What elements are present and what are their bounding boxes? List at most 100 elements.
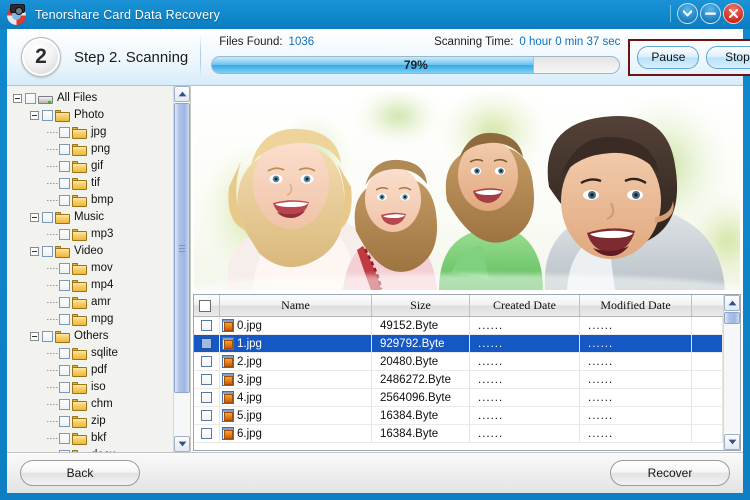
table-row[interactable]: 0.jpg49152.Byte............ bbox=[194, 317, 723, 335]
tree-item-music[interactable]: Music bbox=[7, 209, 173, 226]
column-header-modified-date[interactable]: Modified Date bbox=[580, 295, 692, 316]
row-checkbox[interactable] bbox=[201, 374, 212, 385]
tree-item-mp3[interactable]: mp3 bbox=[7, 226, 173, 243]
tree-item-checkbox[interactable] bbox=[25, 93, 36, 104]
table-scrollbar[interactable] bbox=[723, 295, 740, 450]
tree-item-jpg[interactable]: jpg bbox=[7, 124, 173, 141]
tree-item-others[interactable]: Others bbox=[7, 328, 173, 345]
cell-name: 0.jpg bbox=[220, 317, 372, 334]
tree-item-chm[interactable]: chm bbox=[7, 396, 173, 413]
tree-item-checkbox[interactable] bbox=[59, 365, 70, 376]
tree-item-checkbox[interactable] bbox=[59, 382, 70, 393]
row-checkbox[interactable] bbox=[201, 338, 212, 349]
row-checkbox-cell[interactable] bbox=[194, 353, 220, 370]
tree-scroll-up-button[interactable] bbox=[174, 86, 190, 102]
table-scroll-thumb[interactable] bbox=[724, 312, 740, 324]
tree-item-tif[interactable]: tif bbox=[7, 175, 173, 192]
row-checkbox[interactable] bbox=[201, 410, 212, 421]
table-row[interactable]: 6.jpg16384.Byte............ bbox=[194, 425, 723, 443]
tree-collapse-icon[interactable] bbox=[13, 94, 22, 103]
row-checkbox-cell[interactable] bbox=[194, 335, 220, 352]
tree-item-amr[interactable]: amr bbox=[7, 294, 173, 311]
tree-item-bkf[interactable]: bkf bbox=[7, 430, 173, 447]
tree-item-checkbox[interactable] bbox=[59, 314, 70, 325]
cell-spacer bbox=[692, 425, 723, 442]
cell-created-date: ...... bbox=[470, 425, 580, 442]
table-scroll-down-button[interactable] bbox=[724, 434, 740, 450]
tree-item-label: All Files bbox=[57, 90, 97, 107]
tree-item-mpg[interactable]: mpg bbox=[7, 311, 173, 328]
tree-scroll-thumb[interactable] bbox=[174, 103, 190, 393]
tree-item-checkbox[interactable] bbox=[42, 110, 53, 121]
tree-scrollbar[interactable] bbox=[173, 86, 190, 452]
table-row[interactable]: 4.jpg2564096.Byte............ bbox=[194, 389, 723, 407]
tree-item-checkbox[interactable] bbox=[59, 280, 70, 291]
tree-item-checkbox[interactable] bbox=[59, 127, 70, 138]
row-checkbox[interactable] bbox=[201, 320, 212, 331]
tree-item-checkbox[interactable] bbox=[59, 399, 70, 410]
row-checkbox-cell[interactable] bbox=[194, 425, 220, 442]
table-row[interactable]: 1.jpg929792.Byte............ bbox=[194, 335, 723, 353]
header-divider bbox=[200, 35, 201, 79]
tree-collapse-icon[interactable] bbox=[30, 213, 39, 222]
row-checkbox-cell[interactable] bbox=[194, 407, 220, 424]
table-header-row: Name Size Created Date Modified Date bbox=[194, 295, 740, 317]
row-checkbox[interactable] bbox=[201, 392, 212, 403]
tree-collapse-icon[interactable] bbox=[30, 332, 39, 341]
tree-item-checkbox[interactable] bbox=[59, 297, 70, 308]
tree-item-checkbox[interactable] bbox=[42, 212, 53, 223]
tree-item-mov[interactable]: mov bbox=[7, 260, 173, 277]
tree-item-checkbox[interactable] bbox=[59, 348, 70, 359]
tree-item-iso[interactable]: iso bbox=[7, 379, 173, 396]
row-checkbox[interactable] bbox=[201, 428, 212, 439]
tree-item-video[interactable]: Video bbox=[7, 243, 173, 260]
folder-icon bbox=[72, 416, 87, 428]
tree-item-checkbox[interactable] bbox=[42, 246, 53, 257]
table-row[interactable]: 3.jpg2486272.Byte............ bbox=[194, 371, 723, 389]
tree-item-pdf[interactable]: pdf bbox=[7, 362, 173, 379]
tree-item-all-files[interactable]: All Files bbox=[7, 90, 173, 107]
chevron-down-icon[interactable] bbox=[677, 3, 698, 24]
tree-item-checkbox[interactable] bbox=[42, 331, 53, 342]
tree-item-gif[interactable]: gif bbox=[7, 158, 173, 175]
pause-button[interactable]: Pause bbox=[637, 46, 699, 69]
tree-scroll-down-button[interactable] bbox=[174, 436, 190, 452]
tree-item-checkbox[interactable] bbox=[59, 144, 70, 155]
tree-item-checkbox[interactable] bbox=[59, 416, 70, 427]
back-button[interactable]: Back bbox=[20, 460, 140, 486]
file-type-tree[interactable]: All FilesPhotojpgpnggiftifbmpMusicmp3Vid… bbox=[7, 90, 173, 452]
tree-connector bbox=[47, 370, 59, 371]
tree-collapse-icon[interactable] bbox=[30, 111, 39, 120]
table-row[interactable]: 2.jpg20480.Byte............ bbox=[194, 353, 723, 371]
table-body[interactable]: 0.jpg49152.Byte............1.jpg929792.B… bbox=[194, 317, 723, 450]
tree-item-checkbox[interactable] bbox=[59, 178, 70, 189]
tree-item-bmp[interactable]: bmp bbox=[7, 192, 173, 209]
minimize-icon[interactable] bbox=[700, 3, 721, 24]
tree-item-checkbox[interactable] bbox=[59, 229, 70, 240]
tree-item-sqlite[interactable]: sqlite bbox=[7, 345, 173, 362]
recover-button[interactable]: Recover bbox=[610, 460, 730, 486]
select-all-checkbox[interactable] bbox=[199, 300, 211, 312]
column-header-name[interactable]: Name bbox=[220, 295, 372, 316]
table-scroll-up-button[interactable] bbox=[724, 295, 740, 311]
tree-item-checkbox[interactable] bbox=[59, 263, 70, 274]
stop-button[interactable]: Stop bbox=[706, 46, 750, 69]
tree-collapse-icon[interactable] bbox=[30, 247, 39, 256]
tree-item-photo[interactable]: Photo bbox=[7, 107, 173, 124]
select-all-header-cell[interactable] bbox=[194, 295, 220, 316]
tree-item-zip[interactable]: zip bbox=[7, 413, 173, 430]
tree-item-png[interactable]: png bbox=[7, 141, 173, 158]
cell-modified-date: ...... bbox=[580, 389, 692, 406]
tree-item-mp4[interactable]: mp4 bbox=[7, 277, 173, 294]
close-icon[interactable] bbox=[723, 3, 744, 24]
row-checkbox-cell[interactable] bbox=[194, 371, 220, 388]
tree-item-checkbox[interactable] bbox=[59, 433, 70, 444]
tree-item-checkbox[interactable] bbox=[59, 161, 70, 172]
table-row[interactable]: 5.jpg16384.Byte............ bbox=[194, 407, 723, 425]
row-checkbox[interactable] bbox=[201, 356, 212, 367]
column-header-size[interactable]: Size bbox=[372, 295, 470, 316]
row-checkbox-cell[interactable] bbox=[194, 389, 220, 406]
column-header-created-date[interactable]: Created Date bbox=[470, 295, 580, 316]
row-checkbox-cell[interactable] bbox=[194, 317, 220, 334]
tree-item-checkbox[interactable] bbox=[59, 195, 70, 206]
